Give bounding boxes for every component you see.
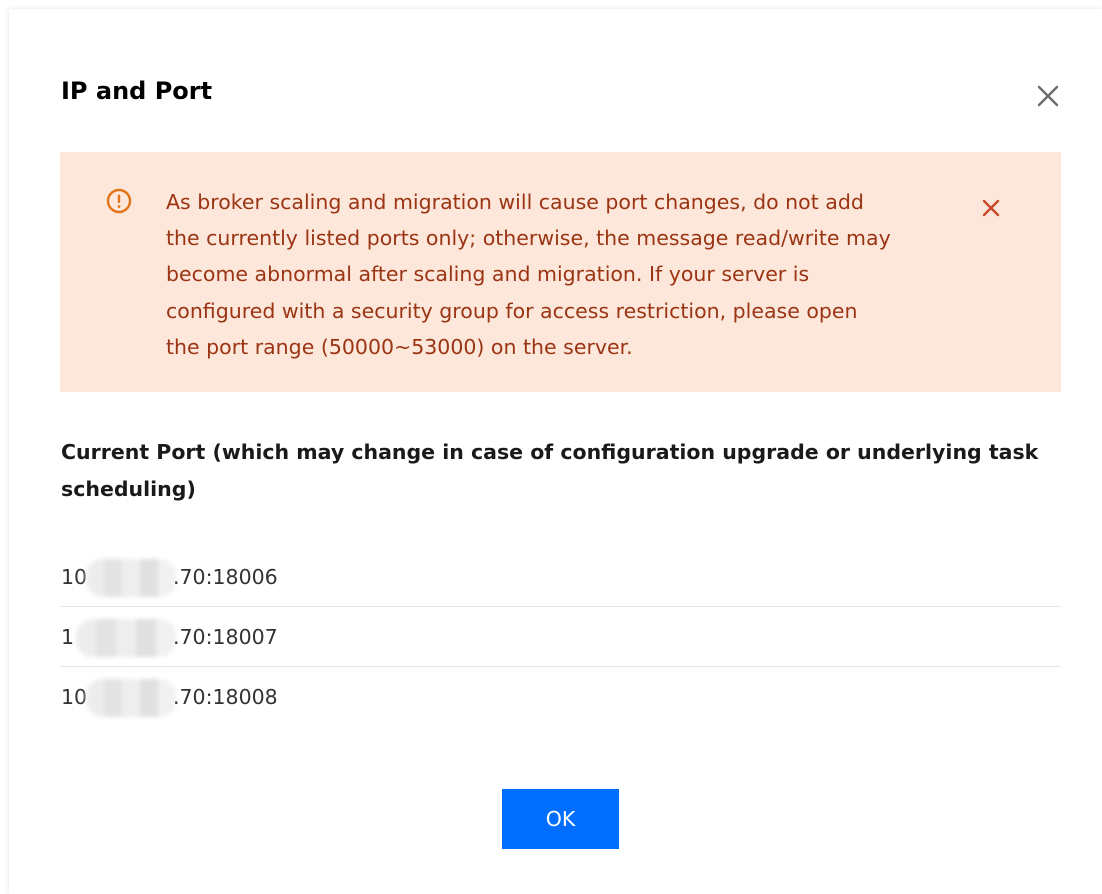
port-list: 10 .70:18006 1 .70:18007 10 .70:18008 [60,547,1061,727]
port-row: 10 .70:18006 [60,547,1061,607]
alert-close-button[interactable] [979,196,1003,220]
ip-redaction-mask [86,559,176,597]
ip-prefix: 10 [61,565,88,589]
port-row: 10 .70:18008 [60,667,1061,727]
ip-port-suffix: .70:18008 [173,685,278,709]
warning-alert: As broker scaling and migration will cau… [60,152,1061,392]
dialog-close-button[interactable] [1033,81,1063,111]
alert-message: As broker scaling and migration will cau… [166,190,891,359]
current-port-label: Current Port (which may change in case o… [61,440,1039,501]
warning-circle-icon [106,188,132,214]
ip-prefix: 10 [61,685,88,709]
ip-prefix: 1 [61,625,75,649]
ip-redaction-mask [76,619,176,657]
ip-port-suffix: .70:18006 [173,565,278,589]
close-icon [982,199,1000,217]
ok-button[interactable]: OK [502,789,619,849]
ip-and-port-dialog: IP and Port As broker scaling and migrat… [9,9,1102,894]
dialog-title: IP and Port [61,77,213,105]
ip-redaction-mask [86,679,176,717]
port-row: 1 .70:18007 [60,607,1061,667]
ip-port-suffix: .70:18007 [173,625,278,649]
close-icon [1037,85,1059,107]
